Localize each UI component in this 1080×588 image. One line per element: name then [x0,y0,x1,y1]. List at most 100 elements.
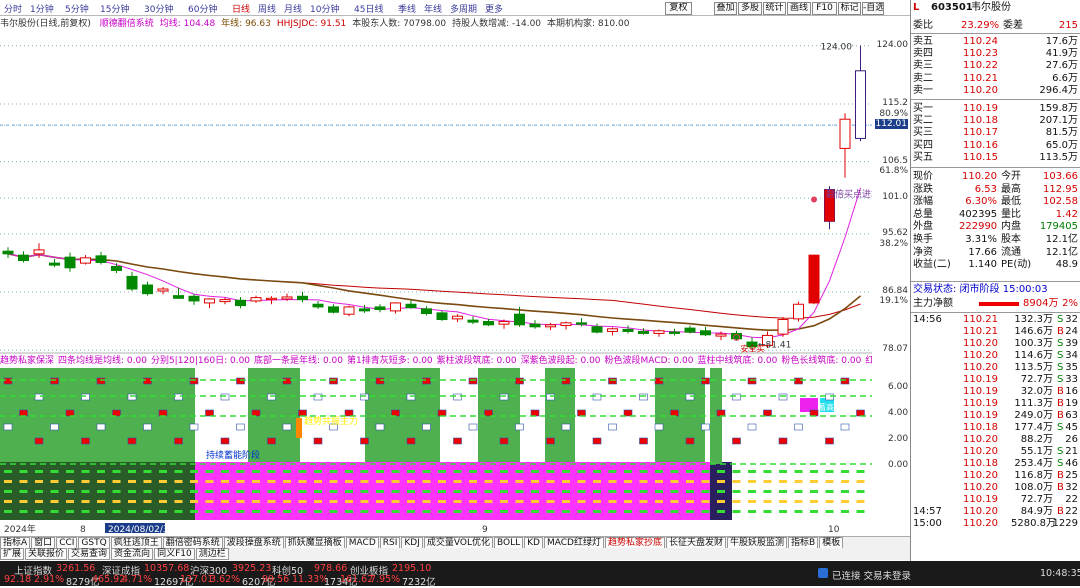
indicator-dash [391,480,400,483]
indicator-dash [856,510,865,513]
indicator-mark [189,423,199,431]
indicator-dash [593,490,601,493]
tick-count: 63 [1065,410,1078,421]
ask-row: 卖四 110.23 41.9万 [911,48,1080,60]
timeframe-1[interactable]: 1分钟 [30,2,54,15]
tick-side: S [1057,338,1064,349]
panel-tab-3[interactable]: 资金流向 [111,548,154,560]
toolbar-button-5[interactable]: F10 [812,2,837,15]
quote-label: 换手 [913,234,933,245]
tick-volume: 32.0万 [1020,386,1053,397]
timeframe-14[interactable]: 更多 [485,2,503,15]
indicator-dash [360,470,369,473]
indicator-dash [453,500,462,503]
timeframe-3[interactable]: 15分钟 [100,2,129,15]
toolbar-button-4[interactable]: 画线 [787,2,811,15]
timeframe-5[interactable]: 60分钟 [188,2,217,15]
indicator-mark [267,437,276,445]
tick-row: 110.19 249.0万 B 63 [911,410,1080,422]
timeframe-7[interactable]: 周线 [258,2,276,15]
divider [911,281,1080,282]
indicator-dash [283,470,291,473]
panel-tab-0[interactable]: 扩展 [0,548,25,560]
toolbar-button-1[interactable]: 叠加 [714,2,737,15]
order-diff-value: 215 [1058,20,1078,31]
indicator-mark [732,393,741,401]
toolbar-button-0[interactable]: 复权 [665,2,692,15]
indicator-mark [251,409,261,417]
indicator-dash [112,480,121,483]
tick-side: B [1057,506,1064,517]
tick-side: B [1057,398,1064,409]
timeframe-12[interactable]: 年线 [424,2,442,15]
timeframe-9[interactable]: 10分钟 [310,2,339,15]
panel-tab-2[interactable]: 交易查询 [68,548,111,560]
tick-volume: 116.8万 [1014,470,1053,481]
indicator-dash [236,510,245,513]
timeframe-10[interactable]: 45日线 [354,2,383,15]
tick-time: 14:56 [913,314,942,325]
timeframe-2[interactable]: 5分钟 [65,2,89,15]
candle-body [49,262,60,266]
indicator-mark [375,377,385,385]
indicator-dash [159,510,167,513]
panel-tab-4[interactable]: 同义F10 [154,548,195,560]
ask-volume: 41.9万 [1045,48,1078,60]
timeframe-0[interactable]: 分时 [4,2,22,15]
tick-side: S [1057,422,1064,433]
index-value-2: 3925.23 [232,563,272,574]
tick-time: 14:57 [913,506,942,517]
indicator-title-item-1: 四条均线是均线: 0.00 [58,356,147,365]
indicator-dash [794,500,803,503]
candle-body [18,254,29,261]
indicator-dash [19,500,28,503]
tick-volume: 108.0万 [1014,482,1053,493]
indicator-dash [81,500,90,503]
x-axis-label-4: 10 [828,525,840,535]
price-chart[interactable]: 124.00←81.41翻倍买点进场安全买 [0,29,872,354]
indicator-dash [283,480,291,483]
tick-volume: 177.4万 [1014,422,1053,433]
timeframe-6[interactable]: 日线 [232,2,250,15]
indicator-y-tick-1: 4.00 [888,408,908,418]
tick-row: 110.20 108.0万 B 32 [911,482,1080,494]
indicator-label-1: 持续蓄能阶段 [206,449,260,461]
indicator-dash [391,510,400,513]
tick-row: 110.19 111.3万 B 19 [911,398,1080,410]
divider [911,167,1080,168]
tick-row: 110.21 146.6万 B 24 [911,326,1080,338]
indicator-mark [794,377,803,385]
toolbar-button-6[interactable]: 标记 [838,2,861,15]
indicator-dash [267,480,276,483]
toolbar-button-3[interactable]: 统计 [763,2,786,15]
indicator-dash [112,500,121,503]
timeframe-8[interactable]: 月线 [284,2,302,15]
candle-body [545,324,556,328]
indicator-tabs: 指标A 窗口 CCI GSTQ 疯狂逃顶王 翻倍密码系统 波段操盘系统 抓妖魔显摘板 MACD R… [0,536,910,549]
indicator-mark [158,409,168,417]
tick-row: 110.20 114.6万 S 34 [911,350,1080,362]
ask-row: 卖五 110.24 17.6万 [911,36,1080,48]
panel-tab-5[interactable]: 测边栏 [195,548,229,560]
timeframe-11[interactable]: 季线 [398,2,416,15]
indicator-dash [484,510,493,513]
indicator-panel[interactable]: 趋势共振主力持续蓄能阶段 蓄高低 6.00 4.00 2.00 0.00 2024年 8 202… [0,366,910,536]
indicator-mark [174,437,183,445]
toolbar-button-7[interactable]: -自选 [862,2,884,15]
clock: 10:48:35 [1040,568,1080,579]
toolbar-button-2[interactable]: 多股 [738,2,762,15]
indicator-dash [562,470,570,473]
timeframe-4[interactable]: 30分钟 [144,2,173,15]
panel-tab-1[interactable]: 关联报价 [25,548,68,560]
index-change-3: 99.56 [262,574,290,585]
timeframe-13[interactable]: 多周期 [450,2,477,15]
candle-body [839,118,851,149]
order-ratio-value: 23.29% [961,20,1000,31]
indicator-dash [500,500,508,503]
tick-side: B [1057,470,1064,481]
info-item-2: 年线: 96.63 [221,19,271,29]
indicator-title-item-5: 紫柱波段筑底: 0.00 [436,356,517,365]
indicator-mark [468,423,478,431]
index-change-4: 161.62 [340,574,374,585]
quote-value-2: 112.95 [1043,183,1078,195]
